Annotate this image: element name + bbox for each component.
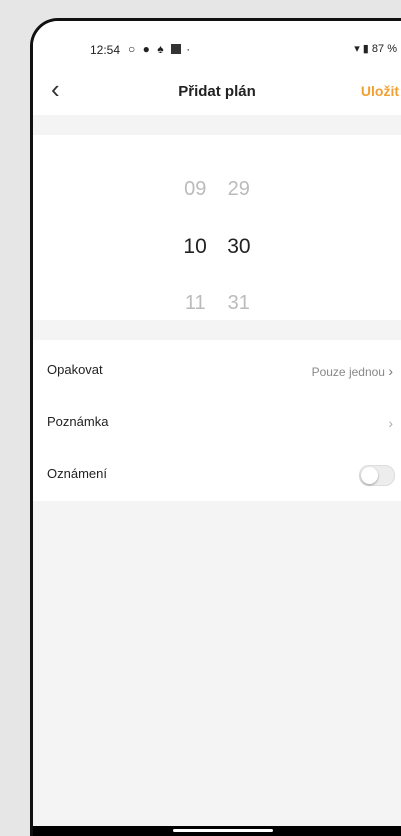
picker-row-above[interactable]: 09 29 [33, 178, 401, 201]
hour-above[interactable]: 09 [176, 178, 214, 201]
minute-below[interactable]: 31 [220, 292, 258, 315]
repeat-row[interactable]: Opakovat Pouze jednou › [33, 350, 401, 390]
hour-below[interactable]: 11 [176, 292, 214, 315]
notification-toggle[interactable] [359, 465, 395, 486]
minute-above[interactable]: 29 [220, 178, 258, 201]
github-icon: ● [142, 42, 152, 56]
wifi-icon: ▾ [354, 43, 360, 55]
repeat-label: Opakovat [47, 362, 103, 377]
status-time: 12:54 [90, 43, 121, 57]
chevron-right-icon: › [388, 415, 393, 431]
battery-level: 87 % [371, 43, 397, 55]
minute-selected[interactable]: 30 [220, 235, 258, 259]
home-gesture-pill[interactable] [173, 829, 273, 832]
screen: 12:54 ○ ● ♠ · ▾ ▮ 87 % ‹ Přidat plán Ulo… [33, 21, 401, 836]
notification-label: Oznámení [47, 466, 107, 481]
phone-frame: 12:54 ○ ● ♠ · ▾ ▮ 87 % ‹ Přidat plán Ulo… [30, 18, 401, 836]
settings-list: Opakovat Pouze jednou › Poznámka › Oznám… [33, 340, 401, 501]
note-value-wrap: › [388, 415, 393, 431]
status-bar: 12:54 ○ ● ♠ · ▾ ▮ 87 % [33, 21, 401, 67]
app-bar: ‹ Přidat plán Uložit [33, 67, 401, 115]
notification-icon: ♠ [157, 42, 166, 56]
hour-selected[interactable]: 10 [176, 235, 214, 259]
save-button[interactable]: Uložit [361, 83, 399, 99]
dot-icon: · [186, 42, 193, 56]
time-picker[interactable]: 09 29 10 30 11 31 [33, 135, 401, 320]
navigation-bar [33, 826, 401, 836]
square-icon [170, 44, 181, 54]
toggle-knob [361, 467, 378, 484]
repeat-value-wrap: Pouze jednou › [312, 363, 393, 379]
status-icons: ○ ● ♠ · [128, 42, 192, 56]
repeat-value: Pouze jednou [311, 365, 385, 379]
picker-row-selected[interactable]: 10 30 [33, 235, 401, 259]
page-title: Přidat plán [178, 83, 256, 100]
note-label: Poznámka [47, 414, 109, 429]
note-row[interactable]: Poznámka › [33, 402, 401, 442]
picker-row-below[interactable]: 11 31 [33, 292, 401, 315]
battery-icon: ▮ [362, 43, 369, 55]
circle-icon: ○ [128, 42, 138, 56]
status-right: ▾ ▮ 87 % [354, 42, 397, 55]
notification-row: Oznámení [33, 454, 401, 494]
chevron-right-icon: › [388, 363, 393, 379]
